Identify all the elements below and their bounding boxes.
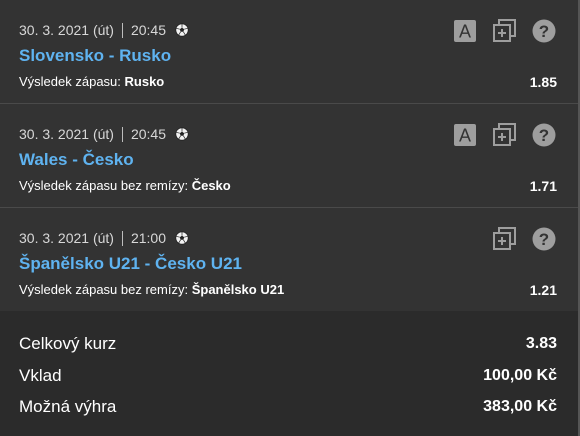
pick-label: Španělsko U21 bbox=[191, 282, 285, 297]
soccer-ball-icon bbox=[175, 23, 189, 37]
total-odds-label: Celkový kurz bbox=[19, 334, 117, 353]
possible-win-label: Možná výhra bbox=[19, 397, 117, 416]
match-link[interactable]: Španělsko U21 - Česko U21 bbox=[19, 254, 242, 274]
possible-win-row: Možná výhra 383,00 Kč bbox=[19, 396, 557, 418]
help-icon-label: ? bbox=[539, 230, 549, 249]
bet-meta: 30. 3. 2021 (út) 20:45 bbox=[19, 125, 189, 143]
a-icon[interactable]: A bbox=[453, 123, 477, 147]
soccer-ball-icon bbox=[175, 231, 189, 245]
a-icon[interactable]: A bbox=[453, 19, 477, 43]
bet-item: 30. 3. 2021 (út) 20:45 A ? Slovensko - R… bbox=[0, 0, 578, 103]
a-icon-label: A bbox=[459, 22, 471, 42]
bet-meta: 30. 3. 2021 (út) 21:00 bbox=[19, 229, 189, 247]
bet-date: 30. 3. 2021 (út) bbox=[19, 126, 114, 142]
a-icon-label: A bbox=[459, 126, 471, 146]
total-odds-value: 3.83 bbox=[525, 335, 557, 352]
totals-panel: Celkový kurz 3.83 Vklad 100,00 Kč Možná … bbox=[0, 313, 578, 436]
bet-item: 30. 3. 2021 (út) 21:00 ? Španělsko U21 -… bbox=[0, 208, 578, 311]
bet-date: 30. 3. 2021 (út) bbox=[19, 22, 114, 38]
help-icon-label: ? bbox=[539, 22, 549, 41]
total-odds-row: Celkový kurz 3.83 bbox=[19, 333, 557, 355]
bet-time: 20:45 bbox=[130, 126, 166, 142]
meta-separator bbox=[121, 126, 123, 142]
possible-win-value: 383,00 Kč bbox=[483, 398, 557, 415]
bet-selection: Výsledek zápasu: Rusko bbox=[19, 74, 164, 89]
add-copy-icon[interactable] bbox=[492, 123, 516, 147]
stake-value: 100,00 Kč bbox=[483, 367, 557, 384]
bet-date: 30. 3. 2021 (út) bbox=[19, 230, 114, 246]
stake-row: Vklad 100,00 Kč bbox=[19, 365, 557, 387]
market-label: Výsledek zápasu bez remízy: bbox=[19, 282, 192, 297]
help-icon[interactable]: ? bbox=[532, 19, 556, 43]
help-icon[interactable]: ? bbox=[532, 227, 556, 251]
soccer-ball-icon bbox=[175, 127, 189, 141]
help-icon-label: ? bbox=[539, 126, 549, 145]
bet-odds: 1.71 bbox=[529, 178, 557, 194]
add-copy-icon[interactable] bbox=[492, 227, 516, 251]
pick-label: Česko bbox=[191, 178, 231, 193]
bet-selection: Výsledek zápasu bez remízy: Španělsko U2… bbox=[19, 282, 284, 297]
market-label: Výsledek zápasu: bbox=[19, 74, 125, 89]
market-label: Výsledek zápasu bez remízy: bbox=[19, 178, 192, 193]
bet-odds: 1.21 bbox=[529, 282, 557, 298]
bet-slip: 30. 3. 2021 (út) 20:45 A ? Slovensko - R… bbox=[0, 0, 580, 436]
help-icon[interactable]: ? bbox=[532, 123, 556, 147]
add-copy-icon[interactable] bbox=[492, 19, 516, 43]
match-link[interactable]: Wales - Česko bbox=[19, 150, 134, 170]
bet-item: 30. 3. 2021 (út) 20:45 A ? Wales - Česko… bbox=[0, 104, 578, 207]
stake-label: Vklad bbox=[19, 366, 62, 385]
bet-odds: 1.85 bbox=[529, 74, 557, 90]
meta-separator bbox=[121, 22, 123, 38]
bet-time: 20:45 bbox=[130, 22, 166, 38]
bet-meta: 30. 3. 2021 (út) 20:45 bbox=[19, 21, 189, 39]
meta-separator bbox=[121, 230, 123, 246]
pick-label: Rusko bbox=[124, 74, 165, 89]
bet-time: 21:00 bbox=[130, 230, 166, 246]
match-link[interactable]: Slovensko - Rusko bbox=[19, 46, 171, 66]
bet-selection: Výsledek zápasu bez remízy: Česko bbox=[19, 178, 231, 193]
